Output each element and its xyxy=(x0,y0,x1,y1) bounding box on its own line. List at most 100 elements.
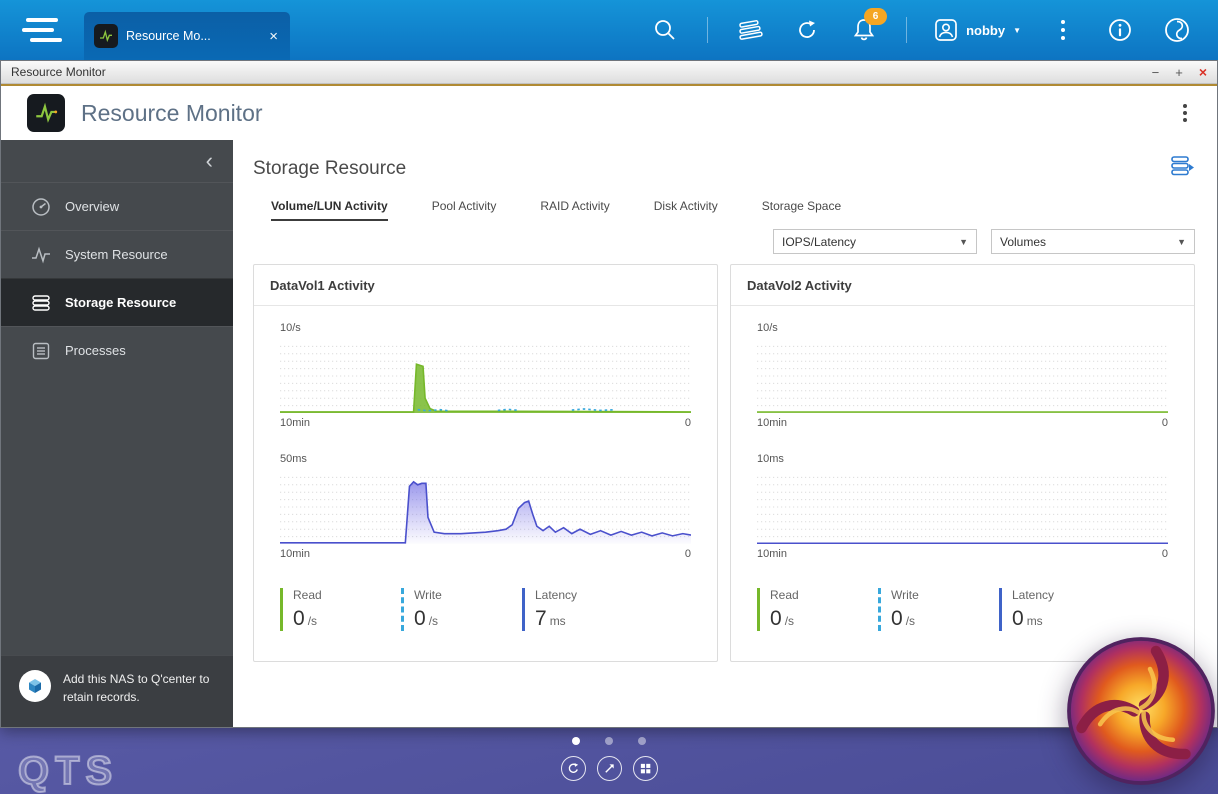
tab-bar: Volume/LUN Activity Pool Activity RAID A… xyxy=(271,199,1195,221)
sidebar-item-label: Storage Resource xyxy=(65,295,177,310)
taskbar-tab-resource-monitor[interactable]: Resource Mo... × xyxy=(84,12,290,60)
stat-value: 0 xyxy=(414,607,426,630)
y-axis-max-label: 10ms xyxy=(757,453,784,465)
main-content: Storage Resource Volume/LUN Activity Poo… xyxy=(233,140,1217,727)
scope-dropdown[interactable]: Volumes ▼ xyxy=(991,229,1195,254)
iops-chart xyxy=(280,339,691,413)
desktop-back-button[interactable] xyxy=(560,756,586,781)
iops-chart-svg xyxy=(280,339,691,413)
qts-swirl-icon[interactable] xyxy=(1162,15,1192,45)
read-stat: Read 0/s xyxy=(757,588,878,631)
section-heading: Storage Resource xyxy=(253,157,407,179)
stat-unit: /s xyxy=(428,614,439,628)
stat-label: Latency xyxy=(1012,588,1055,602)
stat-value: 0 xyxy=(891,607,903,630)
tab-volume-lun-activity[interactable]: Volume/LUN Activity xyxy=(271,199,388,221)
tab-pool-activity[interactable]: Pool Activity xyxy=(432,199,497,221)
stat-label: Write xyxy=(891,588,919,602)
x-axis-left-label: 10min xyxy=(280,417,310,429)
main-menu-button[interactable] xyxy=(0,18,84,42)
user-menu[interactable]: nobby ▼ xyxy=(934,18,1021,42)
window-title: Resource Monitor xyxy=(11,65,106,79)
stat-unit: ms xyxy=(1026,614,1043,628)
x-axis-left-label: 10min xyxy=(280,548,310,560)
sidebar-collapse-icon[interactable]: ‹ xyxy=(206,150,213,172)
tab-raid-activity[interactable]: RAID Activity xyxy=(540,199,609,221)
desktop-page-dots xyxy=(0,737,1218,745)
stat-unit: ms xyxy=(549,614,566,628)
latency-chart xyxy=(280,470,691,544)
datavol2-activity-card: DataVol2 Activity 10/s 10min 0 10ms 10mi… xyxy=(730,264,1195,662)
latency-chart-svg xyxy=(280,470,691,544)
page-dot-3[interactable] xyxy=(638,737,646,745)
y-axis-max-label: 50ms xyxy=(280,453,307,465)
x-axis-right-label: 0 xyxy=(684,417,691,429)
stat-unit: /s xyxy=(307,614,318,628)
stat-value: 0 xyxy=(770,607,782,630)
taskbar-tab-title: Resource Mo... xyxy=(126,29,211,43)
stat-value: 0 xyxy=(293,607,305,630)
x-axis-right-label: 0 xyxy=(684,548,691,560)
notifications-bell-icon[interactable]: 6 xyxy=(849,8,888,45)
sidebar-item-processes[interactable]: Processes xyxy=(1,326,233,374)
list-icon xyxy=(32,342,50,359)
resource-monitor-window: Resource Monitor − + × Resource Monitor … xyxy=(0,60,1218,728)
x-axis-left-label: 10min xyxy=(757,417,787,429)
desktop-footer: QTS xyxy=(0,728,1218,794)
tab-close-icon[interactable]: × xyxy=(267,28,280,45)
page-title: Resource Monitor xyxy=(81,99,263,126)
separator xyxy=(906,17,908,43)
latency-chart xyxy=(757,470,1168,544)
separator xyxy=(707,17,709,43)
sidebar-item-system-resource[interactable]: System Resource xyxy=(1,230,233,278)
x-axis-left-label: 10min xyxy=(757,548,787,560)
desktop-pointer-button[interactable] xyxy=(596,756,622,781)
read-stat: Read 0/s xyxy=(280,588,401,631)
storage-stack-icon[interactable] xyxy=(735,15,765,45)
stat-label: Latency xyxy=(535,588,578,602)
search-icon[interactable] xyxy=(650,15,680,45)
write-stat: Write 0/s xyxy=(401,588,522,631)
tab-disk-activity[interactable]: Disk Activity xyxy=(654,199,718,221)
minimize-button[interactable]: − xyxy=(1152,66,1160,79)
sidebar-item-storage-resource[interactable]: Storage Resource xyxy=(1,278,233,326)
page-dot-1[interactable] xyxy=(572,737,580,745)
qts-desktop-logo: QTS xyxy=(17,748,119,794)
metric-dropdown-value: IOPS/Latency xyxy=(782,234,857,249)
iops-chart-svg xyxy=(757,339,1168,413)
stat-label: Read xyxy=(293,588,322,602)
qcenter-note[interactable]: Add this NAS to Q'center to retain recor… xyxy=(1,654,233,727)
latency-stat: Latency 0 ms xyxy=(999,588,1120,631)
stat-unit: /s xyxy=(905,614,916,628)
card-title: DataVol1 Activity xyxy=(254,265,717,306)
iops-chart xyxy=(757,339,1168,413)
y-axis-max-label: 10/s xyxy=(757,322,778,334)
chevron-down-icon: ▼ xyxy=(1013,25,1021,35)
sidebar-item-label: Processes xyxy=(65,343,126,358)
more-options-icon[interactable] xyxy=(1048,15,1078,45)
user-icon xyxy=(935,19,957,41)
username-label: nobby xyxy=(966,22,1006,38)
volume-list-icon[interactable] xyxy=(1169,154,1195,183)
page-dot-2[interactable] xyxy=(605,737,613,745)
close-button[interactable]: × xyxy=(1199,65,1207,79)
y-axis-max-label: 10/s xyxy=(280,322,301,334)
maximize-button[interactable]: + xyxy=(1175,66,1183,79)
gauge-icon xyxy=(32,197,50,216)
hamburger-icon xyxy=(26,18,58,22)
metric-dropdown[interactable]: IOPS/Latency ▼ xyxy=(773,229,977,254)
scope-dropdown-value: Volumes xyxy=(1000,234,1047,249)
window-titlebar[interactable]: Resource Monitor − + × xyxy=(1,61,1217,84)
write-stat: Write 0/s xyxy=(878,588,999,631)
sidebar-item-label: System Resource xyxy=(65,247,168,262)
tab-storage-space[interactable]: Storage Space xyxy=(762,199,841,221)
header-more-options-icon[interactable] xyxy=(1179,100,1191,126)
qcenter-note-text: Add this NAS to Q'center to retain recor… xyxy=(63,671,210,705)
latency-chart-svg xyxy=(757,470,1168,544)
sidebar-item-overview[interactable]: Overview xyxy=(1,182,233,230)
notification-badge: 6 xyxy=(864,8,888,25)
desktop-grid-button[interactable] xyxy=(632,756,658,781)
info-icon[interactable] xyxy=(1105,15,1135,45)
app-header: Resource Monitor xyxy=(1,86,1217,140)
background-tasks-icon[interactable] xyxy=(792,15,822,45)
